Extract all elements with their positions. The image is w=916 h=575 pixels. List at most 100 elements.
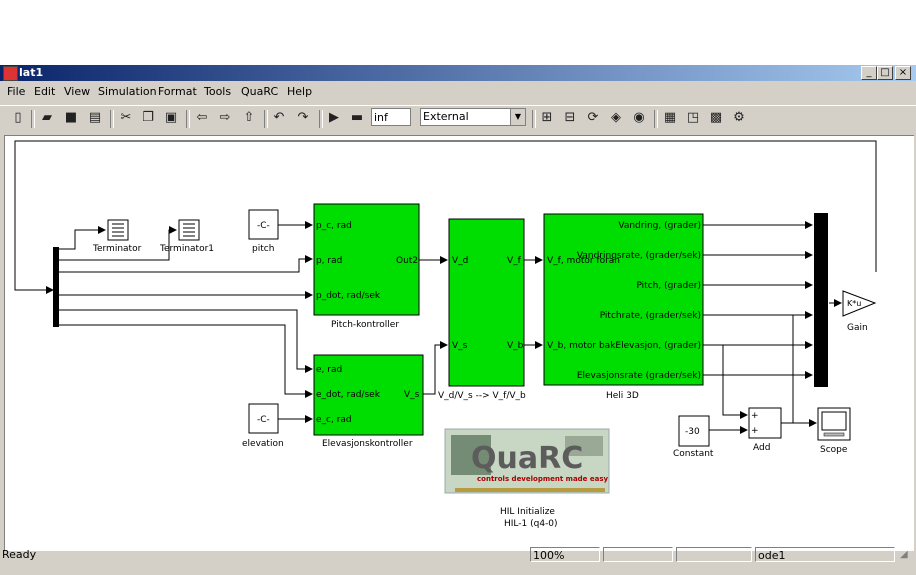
heli-output-6: Elevasjonsrate (grader/sek) — [577, 371, 701, 381]
conv-output-1: V_f — [507, 256, 522, 266]
stop-time-input[interactable]: inf — [371, 108, 411, 126]
pitch-constant-label: pitch — [252, 244, 274, 254]
resize-grip-icon[interactable]: ◢ — [900, 549, 908, 560]
status-panel-2 — [603, 547, 673, 562]
menu-view[interactable]: View — [64, 85, 90, 98]
heli-output-5: Elevasjon, (grader) — [615, 341, 701, 351]
build-icon[interactable]: ⊞ — [539, 110, 555, 126]
paste-icon[interactable]: ▣ — [163, 110, 179, 126]
copy-icon[interactable]: ❐ — [140, 110, 156, 126]
update-icon[interactable]: ◉ — [631, 110, 647, 126]
connect-icon[interactable]: ⊟ — [562, 110, 578, 126]
save-icon[interactable]: ■ — [63, 110, 79, 126]
library-browser-icon[interactable]: ▦ — [662, 110, 678, 126]
pitch-ctrl-output: Out2 — [396, 256, 418, 266]
forward-arrow-icon[interactable]: ⇨ — [217, 110, 233, 126]
terminator1-label: Terminator1 — [159, 244, 214, 254]
menu-help[interactable]: Help — [287, 85, 312, 98]
add-plus-2: + — [751, 426, 759, 436]
menu-tools[interactable]: Tools — [204, 85, 231, 98]
back-arrow-icon[interactable]: ⇦ — [194, 110, 210, 126]
close-button[interactable]: × — [895, 66, 911, 80]
up-arrow-icon[interactable]: ⇧ — [241, 110, 257, 126]
model-canvas[interactable]: Terminator Terminator1 -C- pitch -C- ele… — [4, 135, 914, 551]
heli-3d-block[interactable] — [543, 213, 704, 386]
open-folder-icon[interactable]: ▰ — [39, 110, 55, 126]
print-icon[interactable]: ▤ — [87, 110, 103, 126]
zoom-level: 100% — [530, 547, 600, 562]
elevation-constant-label: elevation — [242, 439, 284, 449]
terminator-label: Terminator — [92, 244, 142, 254]
start-simulation-icon[interactable]: ▶ — [326, 110, 342, 126]
toolbar-separator — [319, 110, 323, 128]
terminator-block[interactable] — [107, 219, 129, 241]
toolbar-separator — [264, 110, 268, 128]
pitch-ctrl-input-3: p_dot, rad/sek — [316, 291, 381, 301]
heli-output-3: Pitch, (grader) — [636, 281, 701, 291]
toolbar-separator — [186, 110, 190, 128]
menu-format[interactable]: Format — [158, 85, 197, 98]
add-plus-1: + — [751, 411, 759, 421]
minimize-button[interactable]: _ — [861, 66, 877, 80]
conv-input-2: V_s — [452, 341, 468, 351]
status-text: Ready — [2, 548, 37, 561]
refresh-icon[interactable]: ⟳ — [585, 110, 601, 126]
pitch-constant-value: -C- — [257, 221, 270, 231]
menu-edit[interactable]: Edit — [34, 85, 55, 98]
pitch-controller-label: Pitch-kontroller — [331, 320, 399, 330]
heli-output-4: Pitchrate, (grader/sek) — [600, 311, 701, 321]
constant-value: -30 — [685, 427, 700, 437]
menu-bar: File Edit View Simulation Format Tools Q… — [0, 82, 916, 102]
block-diagram: Terminator Terminator1 -C- pitch -C- ele… — [14, 140, 877, 529]
library-icon[interactable]: ◈ — [608, 110, 624, 126]
elevation-constant-value: -C- — [257, 415, 270, 425]
window-title: lat1 — [19, 66, 44, 79]
hil-initialize-label-1: HIL Initialize — [500, 507, 555, 517]
quarc-logo: QuaRC — [471, 441, 583, 476]
maximize-button[interactable]: □ — [877, 66, 893, 80]
new-model-icon[interactable]: ▯ — [10, 110, 26, 126]
status-bar: Ready 100% ode1 ◢ — [0, 546, 916, 564]
voltage-converter-label: V_d/V_s --> V_f/V_b — [438, 391, 526, 401]
simulation-mode-value: External — [423, 110, 469, 123]
toolbar-separator — [110, 110, 114, 128]
settings-gear-icon[interactable]: ⚙ — [731, 110, 747, 126]
voltage-converter-block[interactable] — [448, 218, 525, 387]
elevation-controller-label: Elevasjonskontroller — [322, 439, 413, 449]
gain-symbol: K*u — [847, 299, 861, 308]
model-explorer-icon[interactable]: ◳ — [685, 110, 701, 126]
conv-input-1: V_d — [452, 256, 468, 266]
pitch-ctrl-input-2: p, rad — [316, 256, 342, 266]
heli-output-1: Vandring, (grader) — [618, 221, 701, 231]
solver-name: ode1 — [755, 547, 895, 562]
terminator1-block[interactable] — [178, 219, 200, 241]
debugger-icon[interactable]: ▩ — [708, 110, 724, 126]
simulation-mode-select[interactable]: External ▼ — [420, 108, 526, 126]
elev-ctrl-input-3: e_c, rad — [316, 415, 352, 425]
hil-initialize-label-2: HIL-1 (q4-0) — [504, 519, 558, 529]
scope-block[interactable] — [817, 407, 851, 441]
chevron-down-icon[interactable]: ▼ — [510, 109, 525, 125]
redo-icon[interactable]: ↷ — [295, 110, 311, 126]
demux-block[interactable] — [53, 247, 59, 327]
status-panel-3 — [676, 547, 752, 562]
stop-simulation-icon[interactable]: ▬ — [349, 110, 365, 126]
pitch-ctrl-input-1: p_c, rad — [316, 221, 352, 231]
toolbar: ▯ ▰ ■ ▤ ✂ ❐ ▣ ⇦ ⇨ ⇧ ↶ ↷ ▶ ▬ inf External… — [0, 105, 916, 131]
gain-label: Gain — [847, 323, 868, 333]
toolbar-separator — [654, 110, 658, 128]
elev-ctrl-output: V_s — [404, 390, 420, 400]
menu-file[interactable]: File — [7, 85, 25, 98]
menu-quarc[interactable]: QuaRC — [241, 85, 278, 98]
constant-label: Constant — [673, 449, 714, 459]
cut-icon[interactable]: ✂ — [118, 110, 134, 126]
elev-ctrl-input-1: e, rad — [316, 365, 342, 375]
undo-icon[interactable]: ↶ — [271, 110, 287, 126]
menu-simulation[interactable]: Simulation — [98, 85, 157, 98]
scope-label: Scope — [820, 445, 848, 455]
quarc-logo-tagline: controls development made easy — [477, 475, 608, 483]
toolbar-separator — [31, 110, 35, 128]
mux-block[interactable] — [814, 213, 828, 387]
title-bar[interactable]: lat1 _ □ × — [0, 65, 916, 81]
conv-output-2: V_b — [507, 341, 524, 351]
